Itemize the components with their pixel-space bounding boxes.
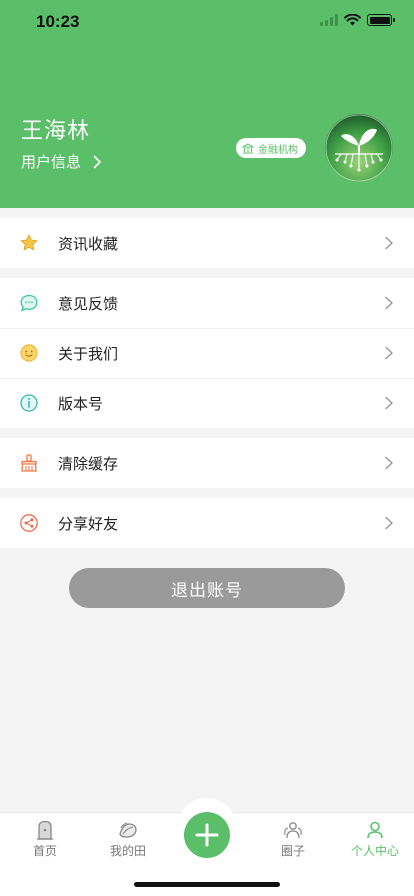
menu-item-feedback[interactable]: 意见反馈 [0,278,414,328]
info-icon [20,394,38,412]
smiley-icon [20,344,38,362]
menu-group-share: 分享好友 [0,498,414,548]
battery-icon [367,14,395,26]
field-icon [119,822,137,838]
signal-icon [320,14,338,26]
chevron-right-icon [385,296,393,310]
menu-label: 分享好友 [58,514,119,533]
wifi-icon [344,14,361,26]
chevron-right-icon [93,155,101,168]
status-icons [320,14,395,26]
tab-label: 我的田 [109,844,146,858]
chat-bubble-icon [20,294,38,312]
menu-item-share[interactable]: 分享好友 [0,498,414,548]
add-post-button[interactable] [184,812,230,858]
avatar[interactable] [325,114,393,182]
menu-label: 意见反馈 [58,294,119,313]
badge-label: 金融机构 [258,144,298,156]
home-indicator [134,882,280,887]
user-icon [367,821,383,839]
menu-group-info: 意见反馈 关于我们 版本号 [0,278,414,428]
tab-profile[interactable]: 个人中心 [345,819,405,859]
tab-label: 首页 [32,844,57,858]
community-icon [284,822,302,839]
logout-button[interactable]: 退出账号 [69,568,345,608]
user-info-link[interactable]: 用户信息 [21,151,102,172]
user-info-label: 用户信息 [21,153,82,171]
star-icon [20,234,38,251]
tab-circle[interactable]: 圈子 [263,819,323,859]
menu-item-clear-cache[interactable]: 清除缓存 [0,438,414,488]
menu-label: 版本号 [58,394,104,413]
plus-icon [195,823,219,847]
bank-icon [242,142,254,153]
tab-label: 圈子 [280,844,305,858]
status-time: 10:23 [36,12,80,31]
tab-label: 个人中心 [350,844,399,858]
share-icon [20,514,38,532]
broom-icon [21,454,37,472]
menu-label: 清除缓存 [58,454,119,473]
chevron-right-icon [385,456,393,470]
chevron-right-icon [385,236,393,250]
menu-label: 资讯收藏 [58,234,119,253]
menu-item-favorites[interactable]: 资讯收藏 [0,218,414,268]
chevron-right-icon [385,516,393,530]
chevron-right-icon [385,396,393,410]
chevron-right-icon [385,346,393,360]
menu-group-favorites: 资讯收藏 [0,218,414,268]
institution-badge: 金融机构 [236,138,306,158]
status-bar: 10:23 [0,0,414,44]
tab-my-field[interactable]: 我的田 [98,819,158,859]
menu-item-about[interactable]: 关于我们 [0,328,414,378]
menu-group-cache: 清除缓存 [0,438,414,488]
sprout-circuit-logo [325,114,393,182]
user-name: 王海林 [21,119,91,144]
tab-home[interactable]: 首页 [15,819,75,859]
home-tombstone-icon [37,820,53,840]
menu-label: 关于我们 [58,344,119,363]
menu-item-version[interactable]: 版本号 [0,378,414,428]
